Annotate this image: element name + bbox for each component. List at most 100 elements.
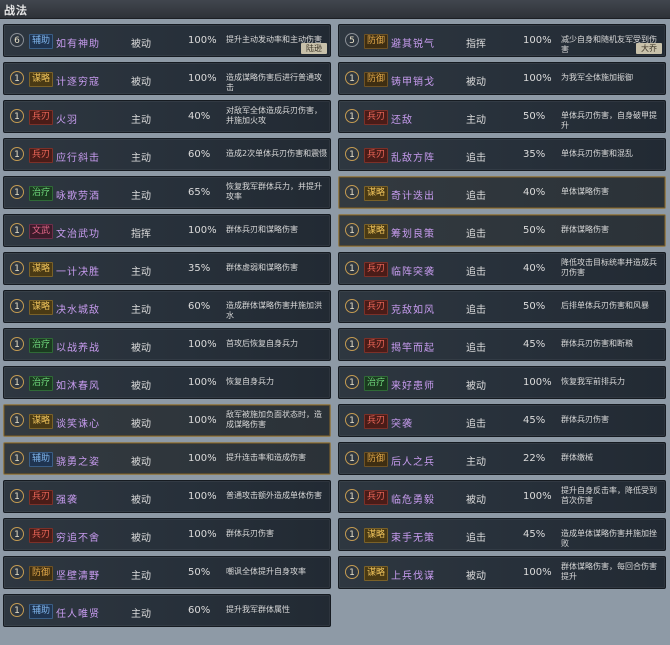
tactic-description: 提升连击率和造成伤害 <box>226 453 306 462</box>
tactic-category-tag: 兵刃 <box>364 110 389 125</box>
tactic-name: 计逐穷寇 <box>56 77 100 88</box>
tactic-rate: 50% <box>523 111 546 122</box>
tactic-card[interactable]: 1 防御 后人之兵 主动 22% 群体缴械 <box>338 442 666 475</box>
tactic-type: 主动 <box>131 267 151 278</box>
level-badge: 1 <box>10 71 24 85</box>
tactic-card[interactable]: 1 谋略 筹划良策 追击 50% 群体谋略伤害 <box>338 214 666 247</box>
tactic-category-tag: 兵刃 <box>29 528 54 543</box>
tactic-rate: 100% <box>188 225 217 236</box>
tactic-card[interactable]: 1 防御 坚壁清野 主动 50% 嘲讽全体提升自身攻率 <box>3 556 331 589</box>
tactic-category-tag: 辅助 <box>29 452 54 467</box>
tactic-card[interactable]: 1 谋略 谈笑诛心 被动 100% 敌军被施加负面状态时，造成谋略伤害 <box>3 404 331 437</box>
tactic-rate: 40% <box>188 111 211 122</box>
level-badge: 1 <box>345 185 359 199</box>
tactic-rate: 100% <box>188 339 217 350</box>
tactic-card[interactable]: 1 治疗 咏歌劳酒 主动 65% 恢复我军群体兵力，并提升攻率 <box>3 176 331 209</box>
tactic-name: 穷追不舍 <box>56 533 100 544</box>
tactic-type: 被动 <box>131 457 151 468</box>
tactic-type: 被动 <box>131 39 151 50</box>
tactic-card[interactable]: 1 兵刃 还敌 主动 50% 单体兵刃伤害，自身破甲提升 <box>338 100 666 133</box>
level-badge: 1 <box>345 299 359 313</box>
tactic-name: 临阵突袭 <box>391 267 435 278</box>
tactic-category-tag: 兵刃 <box>364 490 389 505</box>
tactic-card[interactable]: 1 谋略 计逐穷寇 被动 100% 造成谋略伤害后进行普通攻击 <box>3 62 331 95</box>
tactic-card[interactable]: 1 治疗 如沐春风 被动 100% 恢复自身兵力 <box>3 366 331 399</box>
tactic-description: 提升我军群体属性 <box>226 605 290 614</box>
tactic-card[interactable]: 1 兵刃 应行斜击 主动 60% 造成2次单体兵刃伤害和震慑 <box>3 138 331 171</box>
tactic-category-tag: 谋略 <box>364 528 389 543</box>
tactic-rate: 50% <box>188 567 211 578</box>
tactic-card[interactable]: 1 谋略 束手无策 追击 45% 造成单体谋略伤害并施加挫败 <box>338 518 666 551</box>
level-badge: 1 <box>10 489 24 503</box>
tactic-card[interactable]: 1 兵刃 揭竿而起 追击 45% 群体兵刃伤害和断粮 <box>338 328 666 361</box>
tactic-card[interactable]: 1 兵刃 乱敌方阵 追击 35% 单体兵刃伤害和混乱 <box>338 138 666 171</box>
tactic-category-tag: 兵刃 <box>29 148 54 163</box>
tactic-name: 上兵伐谋 <box>391 571 435 582</box>
tactic-card[interactable]: 1 防御 铸甲销戈 被动 100% 为我军全体施加振御 <box>338 62 666 95</box>
tactic-card[interactable]: 1 治疗 来好患师 被动 100% 恢复我军前排兵力 <box>338 366 666 399</box>
tactic-type: 被动 <box>131 343 151 354</box>
window-header: 战法 <box>0 0 670 19</box>
tactic-card[interactable]: 1 兵刃 穷追不舍 被动 100% 群体兵刃伤害 <box>3 518 331 551</box>
tactic-name: 骁勇之姿 <box>56 457 100 468</box>
level-badge: 1 <box>10 451 24 465</box>
tactic-category-tag: 谋略 <box>29 414 54 429</box>
tactic-name: 强袭 <box>56 495 78 506</box>
tactic-description: 单体兵刃伤害和混乱 <box>561 149 633 158</box>
tactic-type: 指挥 <box>131 229 151 240</box>
tactic-category-tag: 治疗 <box>29 338 54 353</box>
tactic-description: 造成2次单体兵刃伤害和震慑 <box>226 149 328 158</box>
tactic-name: 克敌如风 <box>391 305 435 316</box>
tactic-category-tag: 谋略 <box>364 186 389 201</box>
tactic-card[interactable]: 1 辅助 任人唯贤 主动 60% 提升我军群体属性 <box>3 594 331 627</box>
tactic-card[interactable]: 6 辅助 如有神助 被动 100% 提升主动发动率和主动伤害 陆逊 <box>3 24 331 57</box>
level-badge: 1 <box>345 489 359 503</box>
tactic-name: 如沐春风 <box>56 381 100 392</box>
tactic-rate: 60% <box>188 605 211 616</box>
tactic-type: 主动 <box>131 609 151 620</box>
tactic-card[interactable]: 1 兵刃 强袭 被动 100% 普通攻击额外造成单体伤害 <box>3 480 331 513</box>
tactic-description: 群体兵刃和谋略伤害 <box>226 225 298 234</box>
tactic-category-tag: 谋略 <box>29 262 54 277</box>
tactic-name: 谈笑诛心 <box>56 419 100 430</box>
tactic-description: 单体兵刃伤害，自身破甲提升 <box>561 111 657 130</box>
tactic-rate: 100% <box>523 491 552 502</box>
level-badge: 1 <box>345 565 359 579</box>
tactic-category-tag: 兵刃 <box>364 414 389 429</box>
tactic-category-tag: 文武 <box>29 224 54 239</box>
tactic-type: 被动 <box>131 419 151 430</box>
tactic-card[interactable]: 1 谋略 上兵伐谋 被动 100% 群体谋略伤害，每回合伤害提升 <box>338 556 666 589</box>
tactic-card[interactable]: 1 辅助 骁勇之姿 被动 100% 提升连击率和造成伤害 <box>3 442 331 475</box>
tactic-card[interactable]: 1 谋略 决水城敌 主动 60% 造成群体谋略伤害并施加洪水 <box>3 290 331 323</box>
tactic-rate: 50% <box>523 225 546 236</box>
tactic-description: 恢复自身兵力 <box>226 377 274 386</box>
tactic-card[interactable]: 1 兵刃 临阵突袭 追击 40% 降低攻击目标统率并造成兵刃伤害 <box>338 252 666 285</box>
tactic-rate: 100% <box>188 377 217 388</box>
tactic-card[interactable]: 1 谋略 奇计迭出 追击 40% 单体谋略伤害 <box>338 176 666 209</box>
level-badge: 1 <box>10 527 24 541</box>
tactic-card[interactable]: 1 文武 文治武功 指挥 100% 群体兵刃和谋略伤害 <box>3 214 331 247</box>
tactic-card[interactable]: 1 兵刃 临危勇毅 被动 100% 提升自身反击率，降低受到首次伤害 <box>338 480 666 513</box>
tactic-type: 追击 <box>466 153 486 164</box>
tactic-description: 对敌军全体造成兵刃伤害，并施加火攻 <box>226 106 322 125</box>
tactic-type: 主动 <box>131 571 151 582</box>
tactic-name: 乱敌方阵 <box>391 153 435 164</box>
tactic-category-tag: 谋略 <box>29 300 54 315</box>
tactic-description: 群体兵刃伤害和断粮 <box>561 339 633 348</box>
tactic-rate: 100% <box>188 415 217 426</box>
tactic-card[interactable]: 1 兵刃 突袭 追击 45% 群体兵刃伤害 <box>338 404 666 437</box>
owner-badge: 陆逊 <box>301 43 327 54</box>
tactic-card[interactable]: 1 兵刃 火羽 主动 40% 对敌军全体造成兵刃伤害，并施加火攻 <box>3 100 331 133</box>
tactic-type: 被动 <box>466 571 486 582</box>
tactic-card[interactable]: 1 治疗 以战养战 被动 100% 首攻后恢复自身兵力 <box>3 328 331 361</box>
tactic-category-tag: 治疗 <box>29 186 54 201</box>
tactic-card[interactable]: 5 防御 避其锐气 指挥 100% 减少自身和随机友军受到伤害 大乔 <box>338 24 666 57</box>
tactic-type: 主动 <box>466 115 486 126</box>
tactic-category-tag: 谋略 <box>364 566 389 581</box>
tactic-name: 避其锐气 <box>391 39 435 50</box>
tactic-rate: 100% <box>523 35 552 46</box>
tactic-card[interactable]: 1 谋略 一计决胜 主动 35% 群体虚弱和谋略伤害 <box>3 252 331 285</box>
tactic-category-tag: 防御 <box>364 452 389 467</box>
tactic-name: 束手无策 <box>391 533 435 544</box>
tactic-card[interactable]: 1 兵刃 克敌如风 追击 50% 后排单体兵刃伤害和风暴 <box>338 290 666 323</box>
